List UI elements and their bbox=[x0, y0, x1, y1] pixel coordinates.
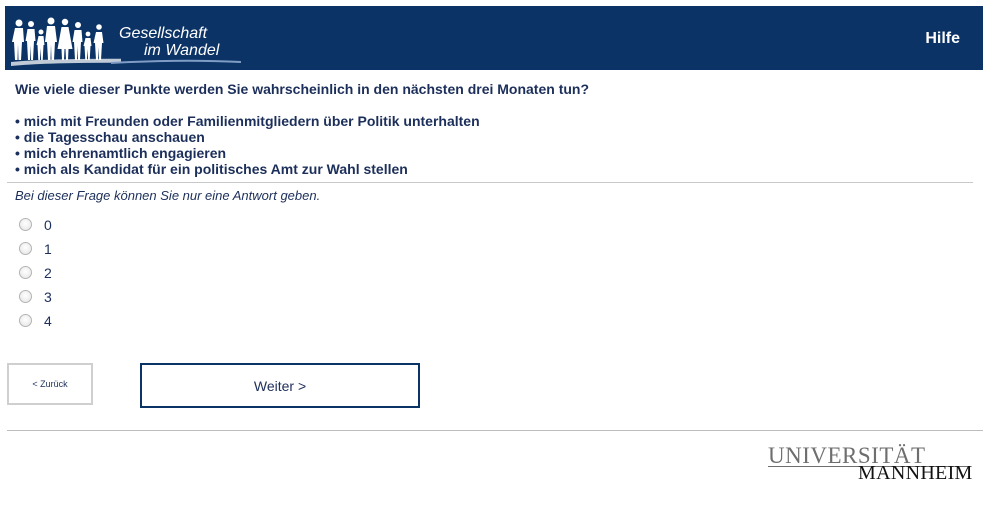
answer-instruction: Bei dieser Frage können Sie nur eine Ant… bbox=[15, 188, 321, 203]
question-text: Wie viele dieser Punkte werden Sie wahrs… bbox=[15, 81, 590, 97]
question-item: die Tagesschau anschauen bbox=[15, 129, 480, 145]
header-bar: Gesellschaft im Wandel Hilfe bbox=[5, 6, 983, 70]
radio-button[interactable] bbox=[19, 266, 32, 279]
answer-option-label[interactable]: 0 bbox=[44, 217, 52, 233]
answer-option-label[interactable]: 3 bbox=[44, 289, 52, 305]
question-item: mich mit Freunden oder Familienmitgliede… bbox=[15, 113, 480, 129]
question-item: mich ehrenamtlich engagieren bbox=[15, 145, 480, 161]
uni-logo-line2: MANNHEIM bbox=[858, 462, 973, 484]
radio-button[interactable] bbox=[19, 242, 32, 255]
answer-option-label[interactable]: 4 bbox=[44, 313, 52, 329]
radio-button[interactable] bbox=[19, 314, 32, 327]
question-item: mich als Kandidat für ein politisches Am… bbox=[15, 161, 480, 177]
radio-button[interactable] bbox=[19, 218, 32, 231]
back-button[interactable]: < Zurück bbox=[7, 363, 93, 405]
logo-text-line1: Gesellschaft bbox=[119, 25, 208, 42]
question-divider bbox=[7, 182, 973, 183]
question-item-list: mich mit Freunden oder Familienmitgliede… bbox=[15, 113, 480, 177]
universitaet-mannheim-logo: UNIVERSITÄT MANNHEIM bbox=[768, 444, 973, 484]
answer-option-label[interactable]: 1 bbox=[44, 241, 52, 257]
radio-button[interactable] bbox=[19, 290, 32, 303]
answer-option-label[interactable]: 2 bbox=[44, 265, 52, 281]
next-button[interactable]: Weiter > bbox=[140, 363, 420, 408]
logo-text-line2: im Wandel bbox=[144, 42, 220, 59]
gesellschaft-im-wandel-logo: Gesellschaft im Wandel bbox=[11, 12, 241, 68]
footer-divider bbox=[7, 430, 983, 431]
help-link[interactable]: Hilfe bbox=[925, 30, 960, 48]
